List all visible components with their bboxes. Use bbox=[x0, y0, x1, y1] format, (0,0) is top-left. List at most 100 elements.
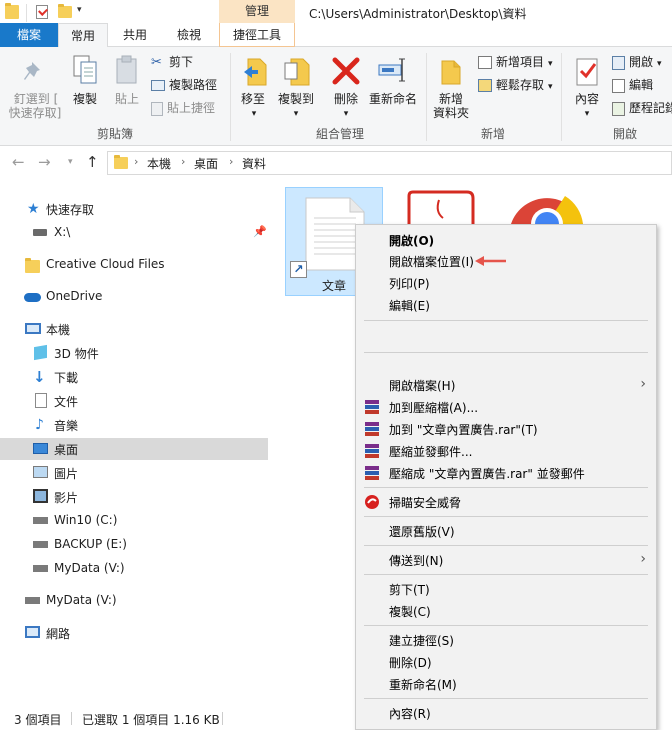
menu-item-restore-versions[interactable]: 還原舊版(V) bbox=[356, 520, 656, 542]
menu-label: 列印(P) bbox=[389, 277, 430, 291]
menu-item-cut[interactable]: 剪下(T) bbox=[356, 578, 656, 600]
menu-item-add-rar[interactable]: 加到 "文章內置廣告.rar"(T) bbox=[356, 418, 656, 440]
move-to-icon bbox=[244, 58, 267, 86]
group-label-clipboard: 剪貼簿 bbox=[96, 127, 133, 141]
tab-shortcut-tools[interactable]: 捷徑工具 bbox=[219, 23, 295, 47]
edit-button[interactable]: 編輯 bbox=[612, 78, 653, 93]
paste-shortcut-button[interactable]: 貼上捷徑 bbox=[151, 101, 215, 116]
videos-icon bbox=[33, 489, 48, 503]
nav-item-this-pc[interactable]: 本機 bbox=[0, 318, 268, 340]
nav-label: X:\ bbox=[54, 225, 71, 239]
nav-label: BACKUP (E:) bbox=[54, 537, 127, 551]
selection-info: 已選取 1 個項目 1.16 KB bbox=[82, 713, 220, 727]
menu-item-send-to[interactable]: 傳送到(N) › bbox=[356, 549, 656, 571]
ribbon-separator bbox=[561, 53, 562, 141]
breadcrumb-this-pc[interactable]: 本機 bbox=[147, 155, 171, 172]
open-dropdown: ▾ bbox=[657, 59, 662, 69]
menu-separator bbox=[364, 574, 648, 575]
nav-item-videos[interactable]: 影片 bbox=[0, 486, 268, 508]
copy-path-button[interactable]: 複製路徑 bbox=[151, 78, 217, 93]
properties-quick-icon[interactable] bbox=[36, 5, 48, 19]
nav-item-backup-e[interactable]: BACKUP (E:) bbox=[0, 534, 268, 556]
nav-item-quick-access[interactable]: ★ 快速存取 bbox=[0, 198, 268, 220]
recent-locations-icon[interactable]: ▾ bbox=[68, 157, 73, 167]
back-arrow-icon[interactable]: ← bbox=[12, 153, 25, 171]
nav-item-3d-objects[interactable]: 3D 物件 bbox=[0, 342, 268, 364]
history-icon bbox=[612, 101, 625, 116]
history-button[interactable]: 歷程記錄 bbox=[612, 101, 672, 116]
menu-label: 重新命名(M) bbox=[389, 678, 457, 692]
menu-item-create-shortcut[interactable]: 建立捷徑(S) bbox=[356, 629, 656, 651]
open-button[interactable]: 開啟 ▾ bbox=[612, 55, 662, 72]
menu-label: 加到壓縮檔(A)... bbox=[389, 401, 479, 415]
new-folder-quick-icon[interactable] bbox=[58, 4, 72, 18]
menu-label: 剪下(T) bbox=[389, 583, 430, 597]
edit-icon bbox=[612, 78, 625, 93]
file-name-label: 文章 bbox=[322, 279, 347, 293]
nav-item-desktop[interactable]: 桌面 bbox=[0, 438, 268, 460]
menu-item-properties[interactable]: 內容(R) bbox=[356, 702, 656, 724]
nav-item-win10-c[interactable]: Win10 (C:) bbox=[0, 510, 268, 532]
cut-button[interactable]: ✂ 剪下 bbox=[151, 55, 193, 70]
tab-file[interactable]: 檔案 bbox=[0, 23, 58, 47]
group-label-new: 新增 bbox=[480, 127, 505, 141]
menu-item-edit[interactable]: 編輯(E) bbox=[356, 294, 656, 316]
easy-access-label: 輕鬆存取 bbox=[496, 78, 545, 92]
menu-label: 壓縮並發郵件... bbox=[389, 445, 473, 459]
menu-item-add-archive[interactable]: 加到壓縮檔(A)... bbox=[356, 396, 656, 418]
breadcrumb-desktop[interactable]: 桌面 bbox=[194, 155, 218, 172]
properties-label: 內容 bbox=[574, 92, 599, 106]
nav-item-x-drive[interactable]: X:\ 📌 bbox=[0, 222, 268, 244]
tab-home[interactable]: 常用 bbox=[58, 23, 108, 48]
music-note-icon: ♪ bbox=[35, 417, 44, 433]
tab-share[interactable]: 共用 bbox=[112, 23, 158, 47]
menu-label: 編輯(E) bbox=[389, 299, 430, 313]
menu-item-print[interactable]: 列印(P) bbox=[356, 272, 656, 294]
manage-context-tab[interactable]: 管理 bbox=[219, 0, 295, 23]
pin-icon[interactable]: 📌 bbox=[253, 225, 269, 241]
easy-access-button[interactable]: 輕鬆存取 ▾ bbox=[478, 78, 553, 95]
paste-label: 貼上 bbox=[114, 92, 139, 106]
nav-label: 桌面 bbox=[54, 443, 79, 457]
navigation-pane: ★ 快速存取 X:\ 📌 Creative Cloud Files OneDri… bbox=[0, 180, 268, 705]
nav-item-music[interactable]: ♪ 音樂 bbox=[0, 414, 268, 436]
menu-item-delete[interactable]: 刪除(D) bbox=[356, 651, 656, 673]
address-bar[interactable]: › 本機 › 桌面 › 資料 bbox=[107, 151, 672, 175]
ribbon-tab-bar: 檔案 常用 共用 檢視 捷徑工具 bbox=[0, 23, 672, 48]
nav-item-documents[interactable]: 文件 bbox=[0, 390, 268, 412]
menu-item-scan[interactable]: 掃瞄安全威脅 bbox=[356, 491, 656, 513]
chrome-icon[interactable] bbox=[505, 190, 589, 224]
nav-label: 音樂 bbox=[54, 419, 79, 433]
forward-arrow-icon[interactable]: → bbox=[38, 153, 51, 171]
nav-label: 3D 物件 bbox=[54, 347, 99, 361]
copy-to-label: 複製到 bbox=[277, 92, 314, 106]
nav-item-creative-cloud[interactable]: Creative Cloud Files bbox=[0, 254, 268, 276]
nav-item-mydata-v[interactable]: MyData (V:) bbox=[0, 558, 268, 580]
pdf-file-icon[interactable] bbox=[405, 190, 475, 224]
menu-item-open-with[interactable]: 開啟檔案(H) › bbox=[356, 374, 656, 396]
new-item-icon bbox=[478, 56, 492, 69]
menu-item-rename[interactable]: 重新命名(M) bbox=[356, 673, 656, 695]
nav-item-downloads[interactable]: ↓ 下載 bbox=[0, 366, 268, 388]
creative-cloud-folder-icon bbox=[25, 258, 40, 273]
desktop-icon bbox=[33, 443, 48, 454]
menu-item-copy[interactable]: 複製(C) bbox=[356, 600, 656, 622]
open-icon bbox=[612, 55, 625, 70]
new-item-button[interactable]: 新增項目 ▾ bbox=[478, 55, 553, 72]
qat-customize-dropdown[interactable]: ▾ bbox=[77, 5, 82, 15]
new-folder-icon bbox=[441, 60, 461, 85]
menu-separator bbox=[364, 545, 648, 546]
tab-view[interactable]: 檢視 bbox=[166, 23, 212, 47]
nav-item-mydata-v-root[interactable]: MyData (V:) bbox=[0, 590, 268, 612]
up-arrow-icon[interactable]: ↑ bbox=[86, 153, 99, 171]
nav-item-network[interactable]: 網路 bbox=[0, 622, 268, 644]
menu-item-compress-rar-email[interactable]: 壓縮成 "文章內置廣告.rar" 並發郵件 bbox=[356, 462, 656, 484]
menu-item-open[interactable]: 開啟(O) bbox=[356, 229, 656, 251]
annotation-arrow-icon bbox=[475, 256, 506, 266]
menu-item-compress-email[interactable]: 壓縮並發郵件... bbox=[356, 440, 656, 462]
nav-item-onedrive[interactable]: OneDrive bbox=[0, 286, 268, 308]
move-to-dropdown: ▾ bbox=[251, 109, 257, 119]
breadcrumb-folder[interactable]: 資料 bbox=[242, 155, 266, 172]
nav-item-pictures[interactable]: 圖片 bbox=[0, 462, 268, 484]
nav-label: 文件 bbox=[54, 395, 79, 409]
